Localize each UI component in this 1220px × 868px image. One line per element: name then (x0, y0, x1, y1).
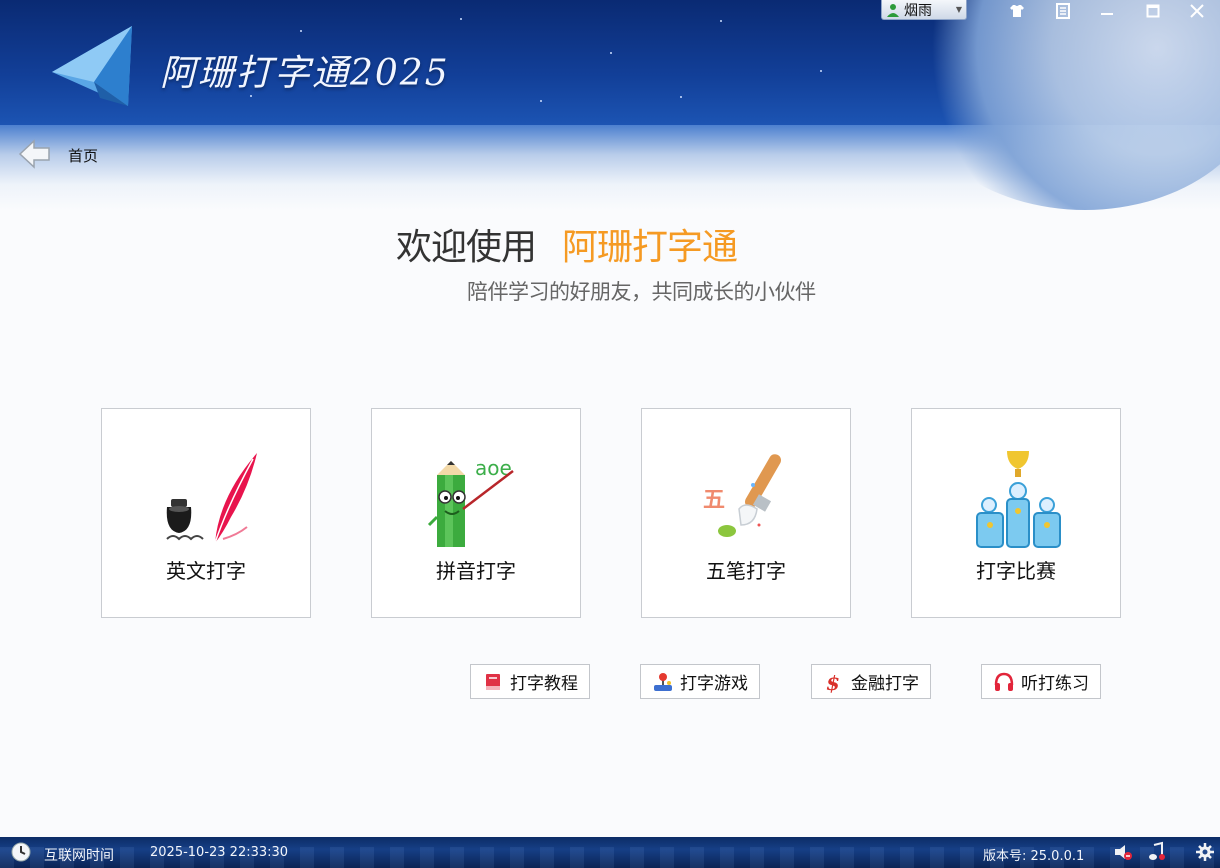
finance-typing-button[interactable]: $ 金融打字 (811, 664, 931, 699)
minimize-button[interactable] (1092, 0, 1122, 22)
user-icon (887, 3, 899, 17)
maximize-button[interactable] (1138, 0, 1168, 22)
quill-ink-icon (166, 453, 257, 544)
svg-text:$: $ (826, 671, 840, 693)
minimize-icon (1101, 13, 1113, 15)
close-icon (1190, 4, 1204, 18)
card-label: 五笔打字 (706, 559, 786, 583)
time-label: 互联网时间 (44, 848, 114, 864)
typing-tutorial-button[interactable]: 打字教程 (470, 664, 590, 699)
card-label: 打字比赛 (976, 559, 1056, 583)
skin-button[interactable] (1002, 0, 1032, 22)
chevron-down-icon: ▼ (955, 5, 962, 14)
header-banner: 阿珊打字通2025 (0, 0, 1220, 210)
paper-plane-logo-icon (52, 26, 132, 106)
card-wubi-typing[interactable]: 五 五笔打字 (641, 408, 851, 618)
music-note-icon[interactable] (1146, 841, 1168, 863)
card-label: 拼音打字 (436, 559, 516, 583)
welcome-tagline: 陪伴学习的好朋友，共同成长的小伙伴 (467, 280, 816, 304)
button-label: 金融打字 (851, 674, 919, 694)
user-name: 烟雨 (904, 2, 932, 19)
book-icon (486, 673, 500, 690)
welcome-brand: 阿珊打字通 (562, 227, 738, 268)
document-menu-icon (1056, 3, 1070, 19)
welcome-prefix: 欢迎使用 (396, 227, 537, 268)
dollar-icon: $ (826, 671, 840, 693)
breadcrumb[interactable]: 首页 (68, 145, 98, 166)
clock-sync-icon[interactable] (10, 841, 32, 863)
trophy-podium-icon (976, 451, 1061, 548)
current-datetime: 2025-10-23 22:33:30 (150, 845, 289, 860)
card-label: 英文打字 (166, 559, 246, 583)
card-typing-contest[interactable]: 打字比赛 (911, 408, 1121, 618)
gear-icon[interactable] (1194, 841, 1216, 863)
close-button[interactable] (1182, 0, 1212, 22)
speaker-muted-icon[interactable] (1112, 841, 1134, 863)
button-label: 听打练习 (1021, 674, 1089, 694)
card-english-typing[interactable]: 英文打字 (101, 408, 311, 618)
button-label: 打字游戏 (680, 674, 748, 694)
wu-art-text: 五 (703, 488, 725, 513)
dictation-practice-button[interactable]: 听打练习 (981, 664, 1101, 699)
pencil-teacher-icon: aoe (427, 456, 514, 547)
status-bar: 互联网时间 2025-10-23 22:33:30 版本号: 25.0.0.1 (0, 837, 1220, 868)
headphones-icon (994, 672, 1014, 691)
app-title: 阿珊打字通2025 (160, 53, 450, 94)
button-label: 打字教程 (510, 674, 578, 694)
typing-game-button[interactable]: 打字游戏 (640, 664, 760, 699)
welcome-heading: 欢迎使用 阿珊打字通 (396, 218, 738, 270)
maximize-icon (1146, 4, 1160, 18)
paint-brush-icon: 五 (703, 454, 781, 537)
version-label: 版本号: 25.0.0.1 (983, 849, 1085, 864)
joystick-icon (654, 672, 672, 691)
card-pinyin-typing[interactable]: aoe 拼音打字 (371, 408, 581, 618)
back-arrow-icon[interactable] (18, 138, 52, 170)
user-account-dropdown[interactable]: 烟雨 ▼ (881, 0, 967, 20)
shirt-icon (1010, 5, 1024, 17)
menu-button[interactable] (1048, 0, 1078, 22)
